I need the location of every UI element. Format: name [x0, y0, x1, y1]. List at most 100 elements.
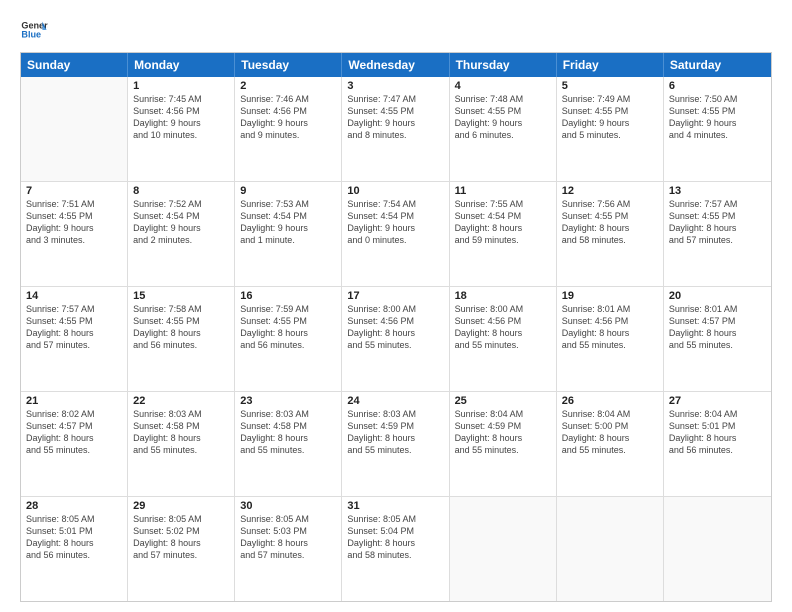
calendar-cell: 23Sunrise: 8:03 AMSunset: 4:58 PMDayligh… [235, 392, 342, 496]
day-number: 11 [455, 185, 551, 197]
calendar-header: SundayMondayTuesdayWednesdayThursdayFrid… [21, 53, 771, 77]
day-number: 26 [562, 395, 658, 407]
cell-text: Sunrise: 8:05 AMSunset: 5:01 PMDaylight:… [26, 513, 122, 562]
header-cell-friday: Friday [557, 53, 664, 77]
day-number: 17 [347, 290, 443, 302]
calendar-row: 28Sunrise: 8:05 AMSunset: 5:01 PMDayligh… [21, 496, 771, 601]
logo-icon: General Blue [20, 16, 48, 44]
calendar-cell: 9Sunrise: 7:53 AMSunset: 4:54 PMDaylight… [235, 182, 342, 286]
header-cell-monday: Monday [128, 53, 235, 77]
day-number: 19 [562, 290, 658, 302]
day-number: 22 [133, 395, 229, 407]
cell-text: Sunrise: 8:04 AMSunset: 5:00 PMDaylight:… [562, 408, 658, 457]
day-number: 29 [133, 500, 229, 512]
calendar-cell: 17Sunrise: 8:00 AMSunset: 4:56 PMDayligh… [342, 287, 449, 391]
calendar-cell: 2Sunrise: 7:46 AMSunset: 4:56 PMDaylight… [235, 77, 342, 181]
calendar-cell: 21Sunrise: 8:02 AMSunset: 4:57 PMDayligh… [21, 392, 128, 496]
calendar-cell: 31Sunrise: 8:05 AMSunset: 5:04 PMDayligh… [342, 497, 449, 601]
day-number: 6 [669, 80, 766, 92]
calendar-cell: 30Sunrise: 8:05 AMSunset: 5:03 PMDayligh… [235, 497, 342, 601]
logo: General Blue [20, 16, 48, 44]
calendar-container: General Blue SundayMondayTuesdayWednesda… [0, 0, 792, 612]
day-number: 7 [26, 185, 122, 197]
cell-text: Sunrise: 7:57 AMSunset: 4:55 PMDaylight:… [26, 303, 122, 352]
day-number: 10 [347, 185, 443, 197]
cell-text: Sunrise: 7:45 AMSunset: 4:56 PMDaylight:… [133, 93, 229, 142]
day-number: 1 [133, 80, 229, 92]
calendar-cell: 7Sunrise: 7:51 AMSunset: 4:55 PMDaylight… [21, 182, 128, 286]
cell-text: Sunrise: 7:57 AMSunset: 4:55 PMDaylight:… [669, 198, 766, 247]
cell-text: Sunrise: 7:51 AMSunset: 4:55 PMDaylight:… [26, 198, 122, 247]
header-cell-wednesday: Wednesday [342, 53, 449, 77]
day-number: 30 [240, 500, 336, 512]
header-cell-sunday: Sunday [21, 53, 128, 77]
cell-text: Sunrise: 8:05 AMSunset: 5:03 PMDaylight:… [240, 513, 336, 562]
cell-text: Sunrise: 7:50 AMSunset: 4:55 PMDaylight:… [669, 93, 766, 142]
day-number: 18 [455, 290, 551, 302]
cell-text: Sunrise: 7:54 AMSunset: 4:54 PMDaylight:… [347, 198, 443, 247]
cell-text: Sunrise: 7:56 AMSunset: 4:55 PMDaylight:… [562, 198, 658, 247]
cell-text: Sunrise: 7:53 AMSunset: 4:54 PMDaylight:… [240, 198, 336, 247]
cell-text: Sunrise: 8:01 AMSunset: 4:56 PMDaylight:… [562, 303, 658, 352]
day-number: 27 [669, 395, 766, 407]
cell-text: Sunrise: 7:46 AMSunset: 4:56 PMDaylight:… [240, 93, 336, 142]
day-number: 4 [455, 80, 551, 92]
calendar-cell: 5Sunrise: 7:49 AMSunset: 4:55 PMDaylight… [557, 77, 664, 181]
cell-text: Sunrise: 8:03 AMSunset: 4:58 PMDaylight:… [240, 408, 336, 457]
calendar-cell: 3Sunrise: 7:47 AMSunset: 4:55 PMDaylight… [342, 77, 449, 181]
cell-text: Sunrise: 7:55 AMSunset: 4:54 PMDaylight:… [455, 198, 551, 247]
header-cell-tuesday: Tuesday [235, 53, 342, 77]
cell-text: Sunrise: 8:05 AMSunset: 5:02 PMDaylight:… [133, 513, 229, 562]
day-number: 24 [347, 395, 443, 407]
day-number: 3 [347, 80, 443, 92]
calendar-cell: 12Sunrise: 7:56 AMSunset: 4:55 PMDayligh… [557, 182, 664, 286]
calendar-cell: 14Sunrise: 7:57 AMSunset: 4:55 PMDayligh… [21, 287, 128, 391]
calendar-cell: 13Sunrise: 7:57 AMSunset: 4:55 PMDayligh… [664, 182, 771, 286]
calendar-cell: 15Sunrise: 7:58 AMSunset: 4:55 PMDayligh… [128, 287, 235, 391]
day-number: 31 [347, 500, 443, 512]
header-cell-thursday: Thursday [450, 53, 557, 77]
svg-text:Blue: Blue [21, 30, 41, 40]
calendar-cell [664, 497, 771, 601]
calendar-row: 21Sunrise: 8:02 AMSunset: 4:57 PMDayligh… [21, 391, 771, 496]
calendar-cell: 28Sunrise: 8:05 AMSunset: 5:01 PMDayligh… [21, 497, 128, 601]
calendar-cell: 29Sunrise: 8:05 AMSunset: 5:02 PMDayligh… [128, 497, 235, 601]
cell-text: Sunrise: 7:52 AMSunset: 4:54 PMDaylight:… [133, 198, 229, 247]
calendar-cell: 19Sunrise: 8:01 AMSunset: 4:56 PMDayligh… [557, 287, 664, 391]
day-number: 8 [133, 185, 229, 197]
calendar-body: 1Sunrise: 7:45 AMSunset: 4:56 PMDaylight… [21, 77, 771, 601]
day-number: 25 [455, 395, 551, 407]
calendar-cell: 22Sunrise: 8:03 AMSunset: 4:58 PMDayligh… [128, 392, 235, 496]
cell-text: Sunrise: 7:58 AMSunset: 4:55 PMDaylight:… [133, 303, 229, 352]
day-number: 12 [562, 185, 658, 197]
calendar: SundayMondayTuesdayWednesdayThursdayFrid… [20, 52, 772, 602]
day-number: 14 [26, 290, 122, 302]
calendar-cell: 20Sunrise: 8:01 AMSunset: 4:57 PMDayligh… [664, 287, 771, 391]
calendar-cell [21, 77, 128, 181]
day-number: 20 [669, 290, 766, 302]
day-number: 9 [240, 185, 336, 197]
day-number: 5 [562, 80, 658, 92]
cell-text: Sunrise: 8:04 AMSunset: 5:01 PMDaylight:… [669, 408, 766, 457]
cell-text: Sunrise: 8:00 AMSunset: 4:56 PMDaylight:… [347, 303, 443, 352]
cell-text: Sunrise: 8:03 AMSunset: 4:59 PMDaylight:… [347, 408, 443, 457]
calendar-row: 14Sunrise: 7:57 AMSunset: 4:55 PMDayligh… [21, 286, 771, 391]
cell-text: Sunrise: 7:59 AMSunset: 4:55 PMDaylight:… [240, 303, 336, 352]
day-number: 2 [240, 80, 336, 92]
calendar-cell [557, 497, 664, 601]
calendar-cell: 10Sunrise: 7:54 AMSunset: 4:54 PMDayligh… [342, 182, 449, 286]
cell-text: Sunrise: 8:02 AMSunset: 4:57 PMDaylight:… [26, 408, 122, 457]
calendar-cell: 24Sunrise: 8:03 AMSunset: 4:59 PMDayligh… [342, 392, 449, 496]
page-header: General Blue [20, 16, 772, 44]
calendar-cell: 4Sunrise: 7:48 AMSunset: 4:55 PMDaylight… [450, 77, 557, 181]
cell-text: Sunrise: 7:47 AMSunset: 4:55 PMDaylight:… [347, 93, 443, 142]
calendar-cell: 26Sunrise: 8:04 AMSunset: 5:00 PMDayligh… [557, 392, 664, 496]
calendar-cell: 6Sunrise: 7:50 AMSunset: 4:55 PMDaylight… [664, 77, 771, 181]
calendar-cell: 27Sunrise: 8:04 AMSunset: 5:01 PMDayligh… [664, 392, 771, 496]
cell-text: Sunrise: 8:04 AMSunset: 4:59 PMDaylight:… [455, 408, 551, 457]
cell-text: Sunrise: 8:01 AMSunset: 4:57 PMDaylight:… [669, 303, 766, 352]
day-number: 21 [26, 395, 122, 407]
cell-text: Sunrise: 8:03 AMSunset: 4:58 PMDaylight:… [133, 408, 229, 457]
calendar-cell: 25Sunrise: 8:04 AMSunset: 4:59 PMDayligh… [450, 392, 557, 496]
cell-text: Sunrise: 8:05 AMSunset: 5:04 PMDaylight:… [347, 513, 443, 562]
